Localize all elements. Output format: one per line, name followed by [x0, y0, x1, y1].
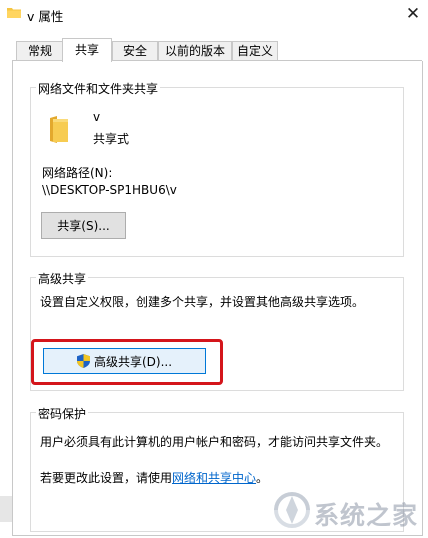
folder-icon [7, 8, 21, 18]
uac-shield-icon [76, 354, 90, 368]
folder-name: v [93, 110, 101, 124]
advanced-sharing-description: 设置自定义权限，创建多个共享，并设置其他高级共享选项。 [40, 295, 365, 309]
tab-previous-versions[interactable]: 以前的版本 [158, 41, 232, 60]
watermark-logo-icon [274, 492, 310, 528]
share-status: 共享式 [93, 132, 130, 146]
password-description: 用户必须具有此计算机的用户帐户和密码，才能访问共享文件夹。 [40, 435, 389, 449]
background-window-edge [0, 496, 12, 522]
tab-security[interactable]: 安全 [112, 41, 158, 60]
password-change-suffix: 。 [256, 471, 269, 485]
network-path-value: \\DESKTOP-SP1HBU6\v [42, 183, 177, 197]
tab-customize[interactable]: 自定义 [232, 41, 278, 60]
advanced-sharing-button-label: 高级共享(D)... [93, 354, 173, 369]
group-network-sharing-legend: 网络文件和文件夹共享 [36, 80, 161, 97]
password-change-text: 若要更改此设置，请使用网络和共享中心。 [40, 469, 268, 486]
group-advanced-sharing-legend: 高级共享 [36, 270, 89, 287]
watermark-text: 系统之家 [314, 501, 419, 530]
folder-icon [50, 116, 68, 143]
window-title: v 属性 [27, 9, 64, 24]
advanced-sharing-button[interactable]: 高级共享(D)... [43, 348, 206, 374]
watermark: 系统之家 [270, 486, 426, 534]
share-button[interactable]: 共享(S)... [41, 212, 126, 239]
close-icon[interactable]: ✕ [398, 0, 428, 28]
group-password-protection-legend: 密码保护 [36, 405, 89, 422]
tab-sharing[interactable]: 共享 [62, 38, 112, 62]
title-bar: v 属性 ✕ [0, 0, 428, 30]
network-path-label: 网络路径(N): [42, 166, 113, 180]
tab-general[interactable]: 常规 [16, 41, 64, 60]
network-sharing-center-link[interactable]: 网络和共享中心 [172, 471, 256, 485]
password-change-prefix: 若要更改此设置，请使用 [40, 471, 173, 485]
